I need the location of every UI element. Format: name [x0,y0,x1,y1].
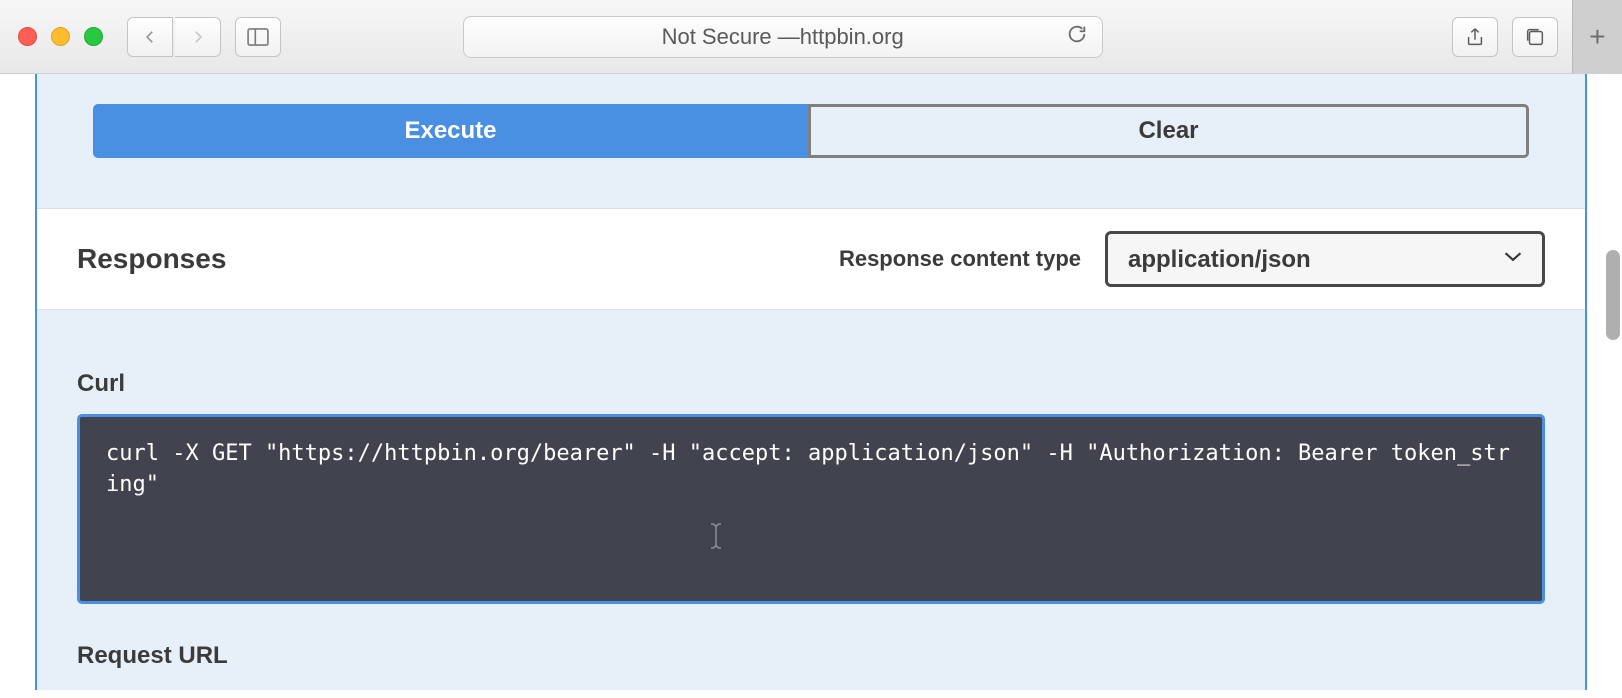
tabs-button[interactable] [1512,17,1558,57]
execute-button[interactable]: Execute [93,104,808,158]
response-body: Curl curl -X GET "https://httpbin.org/be… [37,310,1585,690]
action-buttons: Execute Clear [37,74,1585,208]
back-button[interactable] [127,17,173,57]
curl-code-block[interactable]: curl -X GET "https://httpbin.org/bearer"… [77,414,1545,604]
address-bar[interactable]: Not Secure — httpbin.org [463,16,1103,58]
nav-back-forward [127,17,221,57]
address-prefix: Not Secure — [662,24,800,50]
maximize-window-button[interactable] [84,27,103,46]
swagger-panel: Execute Clear Responses Response content… [35,74,1587,690]
content-type-select[interactable]: application/json [1105,231,1545,287]
share-button[interactable] [1452,17,1498,57]
browser-toolbar: Not Secure — httpbin.org + [0,0,1622,74]
page-content: Execute Clear Responses Response content… [0,74,1622,698]
forward-button[interactable] [175,17,221,57]
right-toolbar [1452,17,1558,57]
scrollbar-thumb[interactable] [1606,250,1620,340]
content-type-label: Response content type [839,246,1081,272]
new-tab-button[interactable]: + [1572,0,1622,74]
reload-icon[interactable] [1066,23,1088,51]
address-host: httpbin.org [800,24,904,50]
responses-title: Responses [77,243,226,275]
curl-heading: Curl [77,370,1545,398]
sidebar-toggle-button[interactable] [235,17,281,57]
content-type-control: Response content type application/json [839,231,1545,287]
minimize-window-button[interactable] [51,27,70,46]
responses-header: Responses Response content type applicat… [37,208,1585,310]
window-controls [18,27,103,46]
request-url-heading: Request URL [77,642,1545,670]
close-window-button[interactable] [18,27,37,46]
clear-button[interactable]: Clear [808,104,1529,158]
